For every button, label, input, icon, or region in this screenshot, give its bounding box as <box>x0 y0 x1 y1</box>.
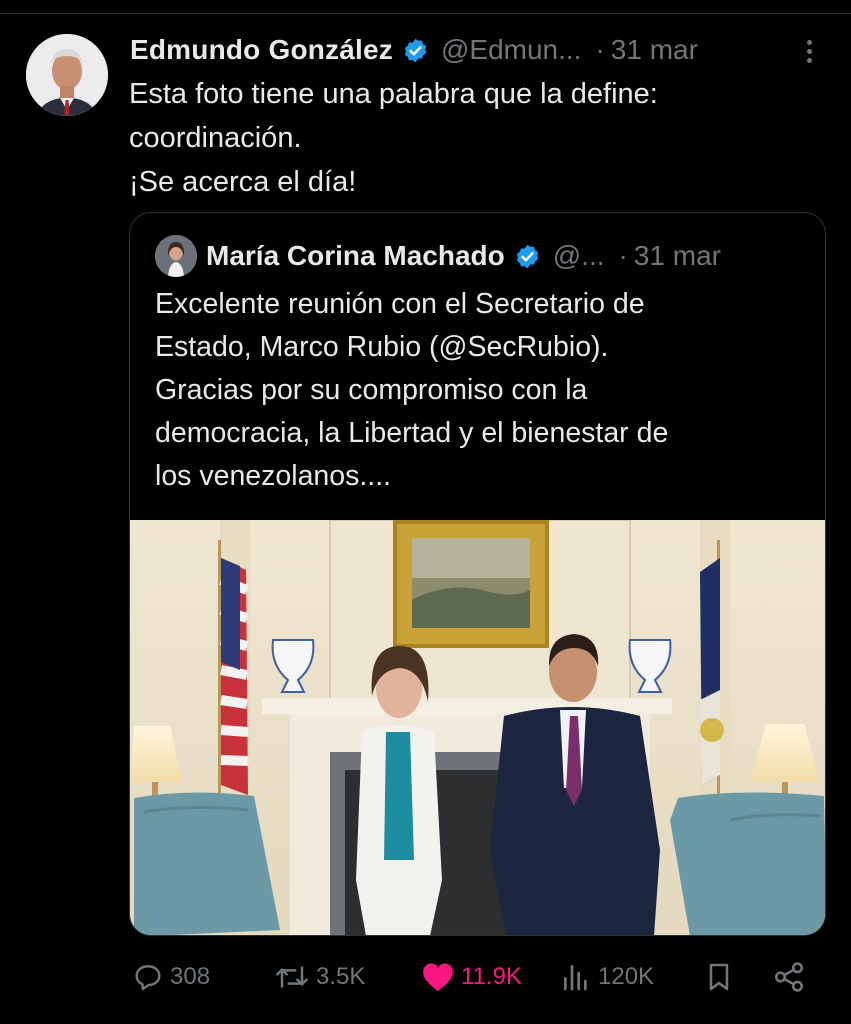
reply-count: 308 <box>170 963 211 990</box>
reply-button[interactable]: 308 <box>132 952 210 1002</box>
tweet[interactable]: Edmundo González @Edmun... · 31 mar Esta… <box>0 14 851 1014</box>
verified-badge-icon <box>516 244 538 268</box>
repost-count: 3.5K <box>316 963 366 990</box>
bookmark-button[interactable] <box>703 952 735 1002</box>
author-handle[interactable]: @Edmun... <box>441 34 581 66</box>
views-button[interactable]: 120K <box>560 952 654 1002</box>
tweet-header: Edmundo González @Edmun... · 31 mar <box>130 30 830 70</box>
like-button[interactable]: 11.9K <box>421 952 522 1002</box>
reply-icon <box>135 965 161 991</box>
quoted-text-line: democracia, la Libertad y el bienestar d… <box>155 417 669 449</box>
quoted-date[interactable]: 31 mar <box>634 240 721 272</box>
separator-dot: · <box>595 34 605 65</box>
quoted-text-line: Excelente reunión con el Secretario de <box>155 288 645 320</box>
tweet-text-line: coordinación. <box>129 122 302 154</box>
quoted-author-name[interactable]: María Corina Machado <box>206 240 505 272</box>
more-options-icon[interactable] <box>794 36 824 66</box>
share-icon <box>774 962 804 992</box>
top-divider <box>0 0 851 14</box>
quoted-tweet[interactable]: María Corina Machado @... · 31 mar Excel… <box>129 212 826 936</box>
quoted-header: María Corina Machado @... · 31 mar <box>206 236 721 276</box>
repost-icon <box>276 966 308 988</box>
views-count: 120K <box>598 963 655 990</box>
share-button[interactable] <box>772 952 806 1002</box>
bookmark-icon <box>709 963 729 991</box>
author-avatar[interactable] <box>26 34 108 116</box>
action-bar: 308 3.5K 11.9K 120K <box>0 952 851 1002</box>
verified-badge-icon <box>404 38 427 62</box>
quoted-text: Excelente reunión con el Secretario de E… <box>155 283 805 498</box>
tweet-photo[interactable] <box>130 519 825 935</box>
tweet-date[interactable]: 31 mar <box>611 34 698 66</box>
repost-button[interactable]: 3.5K <box>274 952 365 1002</box>
tweet-text-line: Esta foto tiene una palabra que la defin… <box>129 78 658 110</box>
quoted-text-line: Estado, Marco Rubio (@SecRubio). <box>155 331 609 363</box>
quoted-text-line: Gracias por su compromiso con la <box>155 374 588 406</box>
like-icon <box>423 963 453 992</box>
quoted-text-line: los venezolanos.... <box>155 460 392 492</box>
separator-dot: · <box>618 240 628 271</box>
author-name[interactable]: Edmundo González <box>130 34 393 66</box>
quoted-author-avatar[interactable] <box>155 235 197 277</box>
like-count: 11.9K <box>461 963 522 990</box>
tweet-text: Esta foto tiene una palabra que la defin… <box>129 72 829 204</box>
tweet-text-line: ¡Se acerca el día! <box>129 166 357 198</box>
quoted-author-handle[interactable]: @... <box>553 240 605 272</box>
views-icon <box>564 965 587 991</box>
